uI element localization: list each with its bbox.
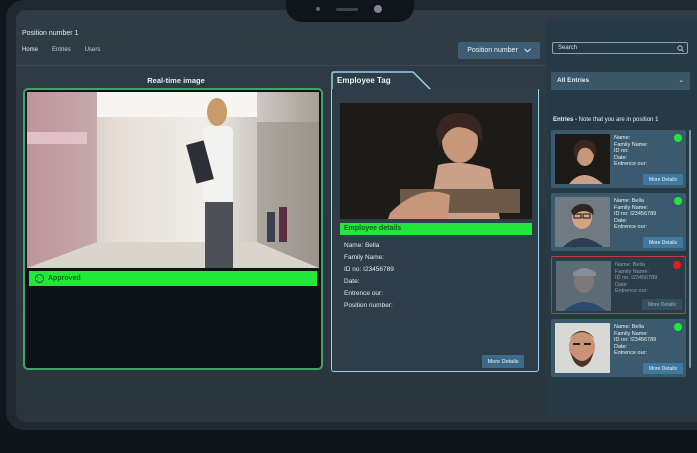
all-entries-dropdown[interactable]: All Entries ⌄ — [551, 72, 690, 90]
entry-id: ID no: I23456789 — [614, 337, 657, 344]
employee-tag-title: Employee Tag — [337, 76, 391, 85]
employee-family-name: Family Name: — [344, 254, 385, 261]
top-bar: Position number 1 Home Entries Users Pos… — [16, 10, 546, 65]
status-dot-green — [674, 197, 682, 205]
nav-users[interactable]: Users — [85, 47, 101, 53]
entries-note-heading: Entries - — [553, 117, 578, 123]
entry-date: Date: — [614, 343, 628, 350]
entry-photo — [555, 134, 610, 184]
entry-date: Date: — [614, 217, 628, 224]
entry-card-denied[interactable]: Name: Bella Family Name: ID no: I2345678… — [551, 256, 686, 314]
entry-family-name: Family Name: — [614, 330, 648, 337]
app-screen: Position number 1 Home Entries Users Pos… — [16, 10, 697, 422]
realtime-camera-image — [27, 92, 319, 268]
entry-id: ID no: — [614, 148, 629, 155]
search-icon — [677, 45, 684, 52]
status-dot-green — [674, 134, 682, 142]
entry-entrance: Entrence our: — [614, 224, 648, 231]
position-number-dropdown[interactable]: Position number — [458, 42, 540, 59]
search-placeholder: Search — [558, 45, 578, 51]
header-divider — [16, 65, 546, 66]
entry-entrance: Entrence our: — [614, 161, 648, 168]
search-input[interactable]: Search — [552, 42, 688, 54]
chevron-down-icon: ⌄ — [678, 77, 684, 84]
employee-position: Position number: — [344, 302, 393, 309]
entry-photo — [556, 261, 611, 311]
entry-card[interactable]: Name: Bella Family Name: ID no: I2345678… — [551, 319, 686, 377]
entries-note-text: Note that you are in position 1 — [577, 117, 659, 123]
entry-card[interactable]: Name: Family Name: ID no: Date: Entrence… — [551, 130, 686, 188]
entry-date: Date: — [614, 154, 628, 161]
entry-photo — [555, 197, 610, 247]
employee-entrance: Entrence our: — [344, 290, 384, 297]
employee-details-header: Employee details — [340, 223, 532, 235]
entries-note: Entries - Note that you are in position … — [553, 117, 658, 123]
entry-family-name: Family Name: — [614, 204, 648, 211]
tablet-device: Position number 1 Home Entries Users Pos… — [0, 0, 697, 453]
approved-label: Approved — [48, 275, 81, 282]
entry-card[interactable]: Name: Bella Family Name: ID no: I2345678… — [551, 193, 686, 251]
entry-info: Name: Family Name: ID no: Date: Entrence… — [614, 135, 648, 168]
status-dot-green — [674, 323, 682, 331]
device-bottom-edge — [0, 430, 697, 453]
entry-more-details-button[interactable]: More Details — [642, 299, 682, 310]
employee-tag-body: Employee details Name: Bella Family Name… — [331, 89, 539, 372]
entry-more-details-button[interactable]: More Details — [643, 237, 683, 248]
entry-name: Name: Bella — [615, 262, 645, 268]
entry-photo — [555, 323, 610, 373]
realtime-title: Real-time image — [147, 76, 205, 85]
employee-name: Name: Bella — [344, 242, 380, 249]
entries-sidebar: Search All Entries ⌄ Entries - Note that… — [546, 20, 697, 416]
employee-date: Date: — [344, 278, 360, 285]
entry-name: Name: Bella — [614, 324, 644, 330]
entry-entrance: Entrence our: — [614, 350, 648, 357]
camera-lens — [374, 5, 382, 13]
camera-notch — [286, 0, 414, 22]
entry-more-details-button[interactable]: More Details — [643, 363, 683, 374]
entry-name: Name: Bella — [614, 198, 644, 204]
entry-id: ID no: I23456789 — [615, 275, 658, 282]
entry-date: Date: — [615, 281, 629, 288]
nav-home[interactable]: Home — [22, 47, 38, 53]
status-dot-red — [673, 261, 681, 269]
main-nav: Home Entries Users — [22, 47, 100, 53]
sensor-dot — [316, 7, 320, 11]
page-title: Position number 1 — [22, 30, 79, 37]
position-number-label: Position number — [467, 47, 518, 54]
entry-entrance: Entrence our: — [615, 288, 649, 295]
entry-info: Name: Bella Family Name: ID no: I2345678… — [615, 262, 657, 295]
sidebar-scrollbar[interactable] — [689, 130, 691, 368]
entry-info: Name: Bella Family Name: ID no: I2345678… — [614, 324, 656, 357]
entry-family-name: Family Name: — [614, 141, 648, 148]
realtime-image-panel: Approved — [23, 88, 323, 370]
entry-info: Name: Bella Family Name: ID no: I2345678… — [614, 198, 656, 231]
nav-entries[interactable]: Entries — [52, 47, 71, 53]
approved-circle-icon — [35, 274, 44, 283]
employee-tag-panel: Employee Tag Employee details Name: Bell… — [331, 71, 539, 372]
entry-id: ID no: I23456789 — [614, 211, 657, 218]
approved-status-bar: Approved — [29, 271, 317, 286]
all-entries-label: All Entries — [557, 77, 590, 84]
entry-family-name: Family Name: — [615, 268, 649, 275]
employee-photo — [340, 103, 532, 219]
entry-name: Name: — [614, 135, 631, 141]
chevron-down-icon — [523, 48, 531, 53]
employee-more-details-button[interactable]: More Details — [482, 355, 524, 368]
entry-more-details-button[interactable]: More Details — [643, 174, 683, 185]
employee-details-list: Name: Bella Family Name: ID no: I2345678… — [344, 240, 394, 312]
employee-id: ID no: I23456789 — [344, 266, 394, 273]
speaker-slot — [336, 8, 358, 11]
